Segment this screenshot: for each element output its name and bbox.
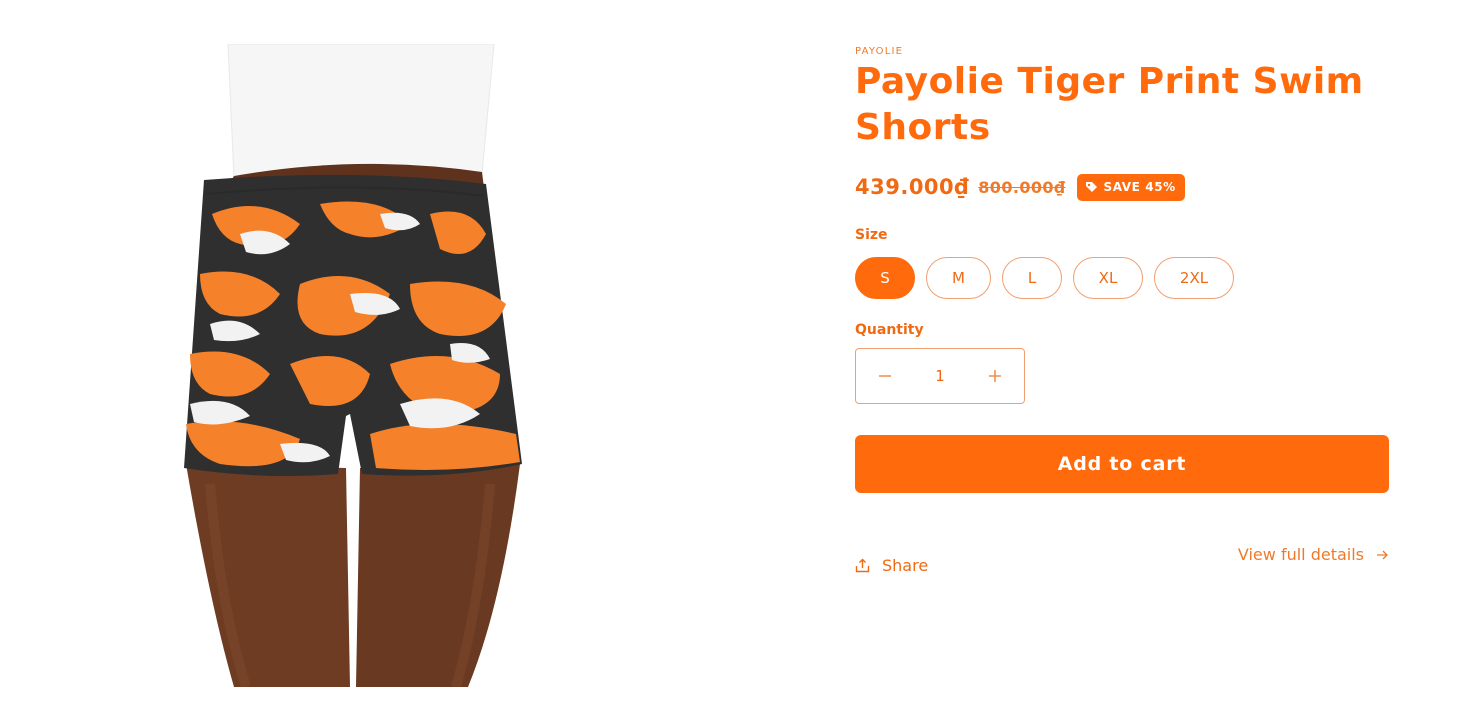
- sale-badge-label: SAVE 45%: [1103, 180, 1176, 194]
- product-image: [184, 44, 522, 687]
- price-row: 439.000₫ 800.000₫ SAVE 45%: [855, 173, 1389, 201]
- share-label: Share: [882, 556, 929, 575]
- sale-price: 439.000₫: [855, 175, 970, 199]
- product-info: PAYOLIE Payolie Tiger Print Swim Shorts …: [855, 44, 1389, 593]
- compare-price: 800.000₫: [978, 177, 1066, 197]
- size-options: S M L XL 2XL: [855, 257, 1389, 299]
- size-option-m[interactable]: M: [926, 257, 991, 299]
- view-full-details-label: View full details: [1237, 545, 1364, 564]
- share-icon: [855, 558, 870, 573]
- product-title: Payolie Tiger Print Swim Shorts: [855, 61, 1364, 148]
- view-full-details-link[interactable]: View full details: [1238, 545, 1389, 564]
- size-option-xl[interactable]: XL: [1073, 257, 1143, 299]
- product-media[interactable]: [150, 44, 550, 687]
- size-label: Size: [855, 227, 888, 243]
- quantity-stepper: [855, 348, 1025, 404]
- size-option-2xl[interactable]: 2XL: [1154, 257, 1234, 299]
- add-to-cart-button[interactable]: Add to cart: [855, 435, 1389, 493]
- quantity-label: Quantity: [855, 322, 924, 338]
- plus-icon: [989, 370, 1001, 382]
- product-actions: Share View full details: [855, 533, 1389, 593]
- sale-badge: SAVE 45%: [1077, 173, 1185, 201]
- share-button[interactable]: Share: [855, 556, 928, 575]
- quantity-input[interactable]: [910, 367, 970, 385]
- quantity-increase-button[interactable]: [980, 361, 1010, 391]
- tag-icon: [1085, 181, 1098, 194]
- quantity-decrease-button[interactable]: [870, 361, 900, 391]
- size-option-l[interactable]: L: [1002, 257, 1062, 299]
- size-option-s[interactable]: S: [855, 257, 915, 299]
- product-vendor: PAYOLIE: [855, 46, 904, 57]
- arrow-right-icon: [1376, 549, 1389, 561]
- minus-icon: [879, 375, 891, 377]
